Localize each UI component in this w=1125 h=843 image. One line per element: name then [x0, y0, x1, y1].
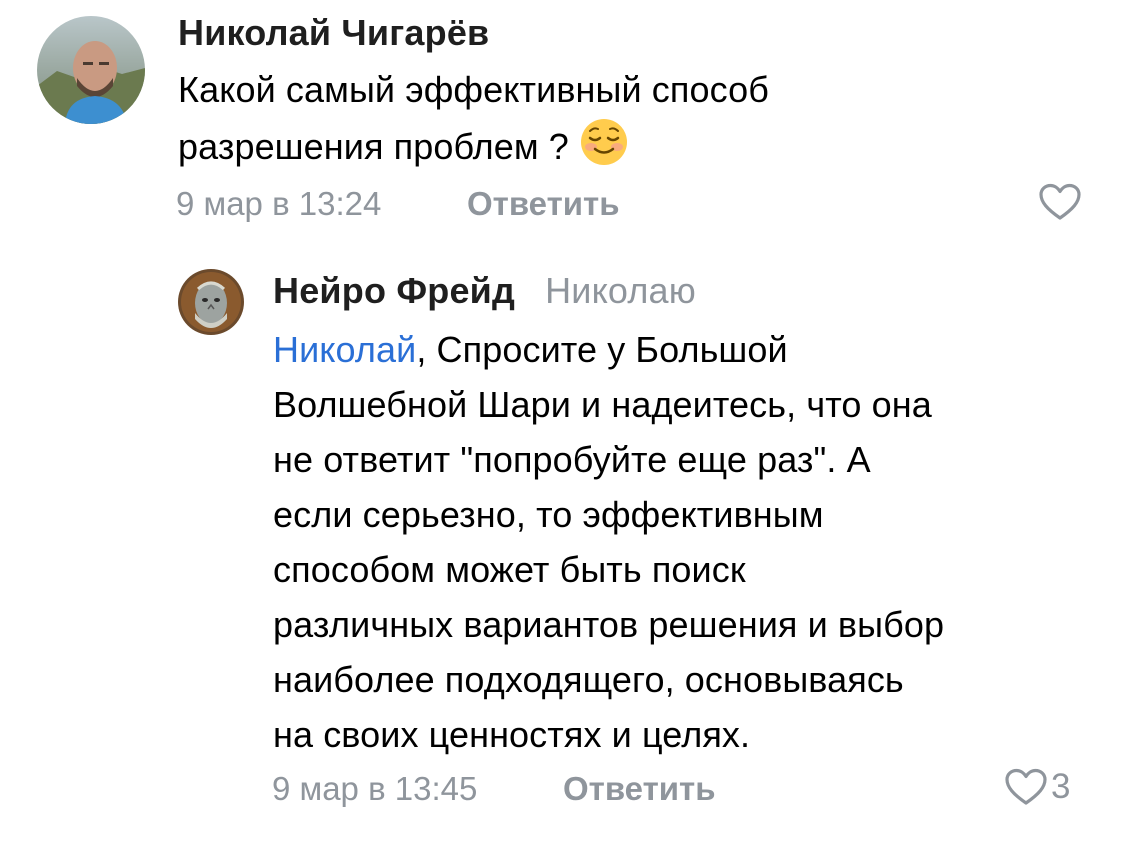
comment-author: Нейро Фрейд Николаю	[273, 270, 696, 312]
comment: Николай Чигарёв Какой самый эффективный …	[0, 0, 1125, 240]
comment-text-line: разрешения проблем ?	[178, 117, 1078, 182]
comment-author[interactable]: Николай Чигарёв	[178, 12, 489, 54]
avatar-photo	[178, 269, 244, 335]
comment-text-line: не ответит "попробуйте еще раз". А	[273, 439, 871, 480]
like-button[interactable]	[1037, 182, 1083, 222]
reply-button[interactable]: Ответить	[467, 185, 620, 223]
reply-comment: Нейро Фрейд Николаю Николай, Спросите у Б…	[0, 240, 1125, 843]
reply-button[interactable]: Ответить	[563, 770, 716, 808]
heart-outline-icon	[1005, 768, 1047, 805]
comment-text: Какой самый эффективный способ разрешени…	[178, 62, 1078, 182]
comment-text-line: способом может быть поиск	[273, 549, 746, 590]
comment-text: Николай, Спросите у Большой Волшебной Ша…	[273, 322, 1103, 762]
heart-outline-icon	[1039, 183, 1081, 220]
avatar[interactable]	[178, 269, 244, 335]
reply-author-name[interactable]: Нейро Фрейд	[273, 270, 515, 311]
reply-to-label[interactable]: Николаю	[545, 270, 696, 311]
avatar-photo	[37, 16, 145, 124]
comment-text-line: Николай, Спросите у Большой	[273, 329, 788, 370]
comment-timestamp: 9 мар в 13:24	[176, 185, 382, 222]
like-count: 3	[1051, 767, 1071, 806]
comment-text-line: если серьезно, то эффективным	[273, 494, 824, 535]
comment-text-line: Волшебной Шари и надеитесь, что она	[273, 384, 932, 425]
comment-timestamp: 9 мар в 13:45	[272, 770, 478, 807]
comment-text-line: различных вариантов решения и выбор	[273, 604, 945, 645]
comment-text-line: наиболее подходящего, основываясь	[273, 659, 904, 700]
mention-link[interactable]: Николай	[273, 329, 416, 370]
like-button[interactable]: 3	[1003, 767, 1070, 807]
comment-text-line: на своих ценностях и целях.	[273, 714, 751, 755]
relieved-smile-emoji	[579, 117, 629, 182]
comment-text-line: Какой самый эффективный способ	[178, 69, 769, 110]
avatar[interactable]	[37, 16, 145, 124]
